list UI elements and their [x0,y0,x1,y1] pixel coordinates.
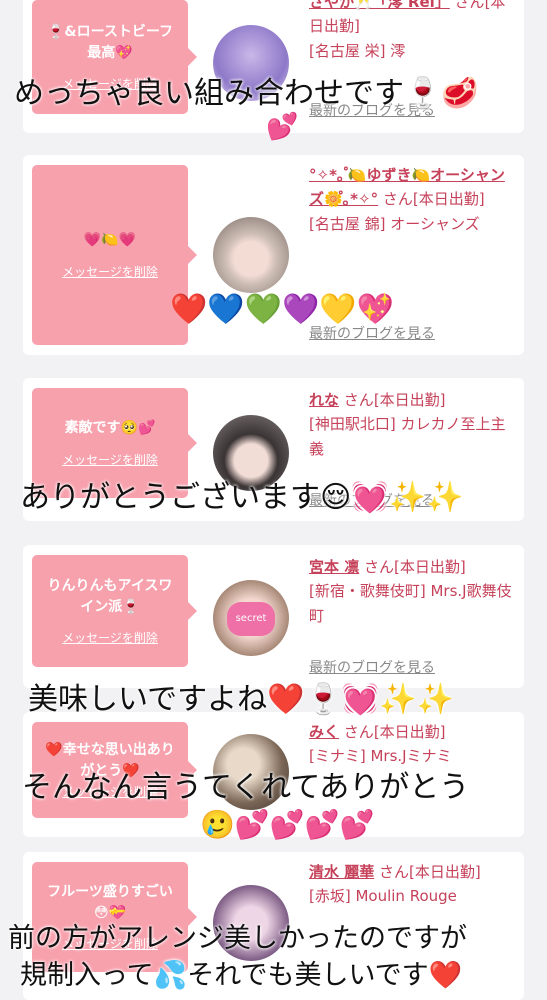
avatar[interactable] [213,217,289,293]
cast-name-link[interactable]: 宮本 凛 [309,558,359,576]
delete-message-link[interactable]: メッセージを削除 [62,629,158,646]
cast-name-link[interactable]: 清水 麗華 [309,863,374,881]
secret-heart-badge: secret [227,602,275,636]
cast-card: りんりんもアイスワイン派🍷 メッセージを削除 secret 宮本 凛 さん[本日… [23,545,524,688]
shop-label: [名古屋 栄] 澪 [309,41,406,60]
san-label: さん [364,558,395,576]
status-label: [本日出勤] [373,391,446,409]
caption-4: そんなん言うてくれてありがとう [22,770,470,805]
cast-name-link[interactable]: みく [309,723,339,741]
caption-5: 前の方がアレンジ美しかったのですが [8,923,467,954]
delete-message-link[interactable]: メッセージを削除 [62,263,158,280]
message-text: 💗🍋💗 [83,232,137,249]
status-label: [本日出勤] [412,190,485,209]
delete-message-link[interactable]: メッセージを削除 [62,451,158,468]
avatar[interactable]: secret [213,580,289,656]
shop-label: [神田駅北口] カレカノ至上主義 [309,415,506,458]
shop-label: [名古屋 錦] オーシャンズ [309,214,480,233]
caption-3: 美味しいですよね❤️🍷💓✨✨ [28,682,454,717]
san-label: さん [343,723,374,741]
color-hearts-emoji: ❤️💙💚💜💛💖 [170,292,395,327]
caption-1: めっちゃ良い組み合わせです🍷🥩 [14,76,479,111]
caption-6: 規制入って💦それでも美しいです❤️ [20,960,463,991]
san-label: さん [454,0,485,11]
san-label: さん [379,863,410,881]
message-bubble: 💗🍋💗 メッセージを削除 [32,165,197,345]
cast-name-link[interactable]: れな [309,391,339,409]
status-label: [本日出勤] [409,863,481,881]
message-bubble: りんりんもアイスワイン派🍷 メッセージを削除 [32,555,197,667]
hearts-emoji: 💕 [266,112,299,142]
hearts-emoji: 🥲💕💕💕💕 [200,808,375,841]
message-text: 🍷&ローストビーフ最高💖 [46,24,174,61]
shop-label: [新宿・歌舞伎町] Mrs.J歌舞伎町 [309,582,512,625]
san-label: さん [382,190,413,209]
message-text: りんりんもアイスワイン派🍷 [47,578,173,615]
status-label: [本日出勤] [394,558,466,576]
status-label: [本日出勤] [373,723,446,741]
san-label: さん [343,391,374,409]
shop-label: [赤坂] Moulin Rouge [309,887,457,906]
message-text: 素敵です🥺💕 [64,420,156,437]
cast-name-link[interactable]: さやか🥂「澪 Rei」 [309,0,450,11]
caption-2: ありがとうございます😌💓✨✨ [20,480,464,515]
